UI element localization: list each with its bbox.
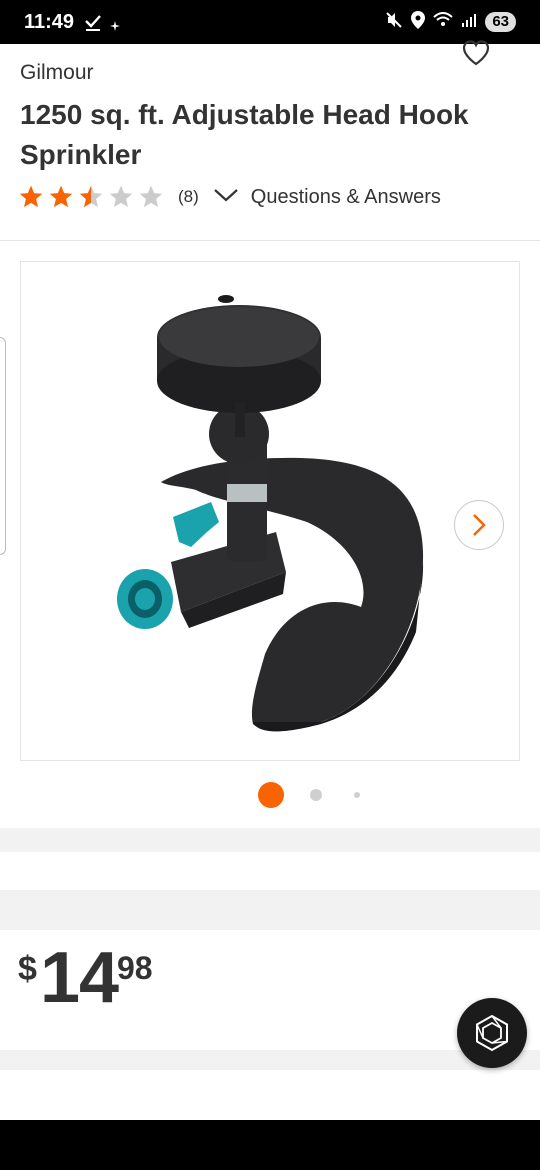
price-dollars: 14: [40, 938, 119, 1018]
carousel-dot-active[interactable]: [258, 782, 284, 808]
brand-link[interactable]: Gilmour: [20, 61, 94, 85]
mute-icon: [385, 11, 403, 34]
price-currency: $: [18, 950, 37, 988]
product-title: 1250 sq. ft. Adjustable Head Hook Sprink…: [20, 99, 469, 170]
status-bar: 11:49 63: [0, 0, 540, 44]
product-image[interactable]: [20, 261, 520, 761]
system-nav-bar: [0, 1120, 540, 1170]
star-icon: [139, 185, 163, 208]
star-icon: [79, 185, 103, 208]
star-icon: [49, 185, 73, 208]
section-divider: [0, 1050, 540, 1070]
chevron-down-icon[interactable]: [213, 187, 239, 208]
sparkle-icon: [110, 18, 120, 36]
section-divider: [0, 890, 540, 930]
battery-indicator: 63: [485, 12, 516, 32]
review-count[interactable]: (8): [178, 187, 199, 207]
check-icon: [84, 13, 102, 36]
location-icon: [411, 10, 426, 34]
carousel-dot[interactable]: [354, 792, 360, 798]
carousel-indicator: [0, 782, 540, 808]
section-divider: [0, 828, 540, 852]
divider: [0, 240, 540, 241]
signal-icon: [461, 12, 477, 33]
status-time: 11:49: [24, 11, 75, 33]
star-icon: [19, 185, 43, 208]
price-cents: 98: [117, 950, 153, 986]
rating-row[interactable]: (8) Questions & Answers: [18, 183, 441, 211]
questions-answers-link[interactable]: Questions & Answers: [251, 186, 441, 209]
chevron-right-icon: [473, 514, 486, 536]
star-rating[interactable]: [18, 184, 164, 210]
next-image-button[interactable]: [454, 500, 504, 550]
favorite-heart-icon[interactable]: [462, 40, 490, 66]
side-drawer-handle[interactable]: [0, 337, 6, 555]
star-icon: [109, 185, 133, 208]
carousel-dot[interactable]: [310, 789, 322, 801]
camera-search-button[interactable]: [457, 998, 527, 1068]
aperture-icon: [476, 1014, 508, 1052]
wifi-icon: [433, 11, 453, 33]
